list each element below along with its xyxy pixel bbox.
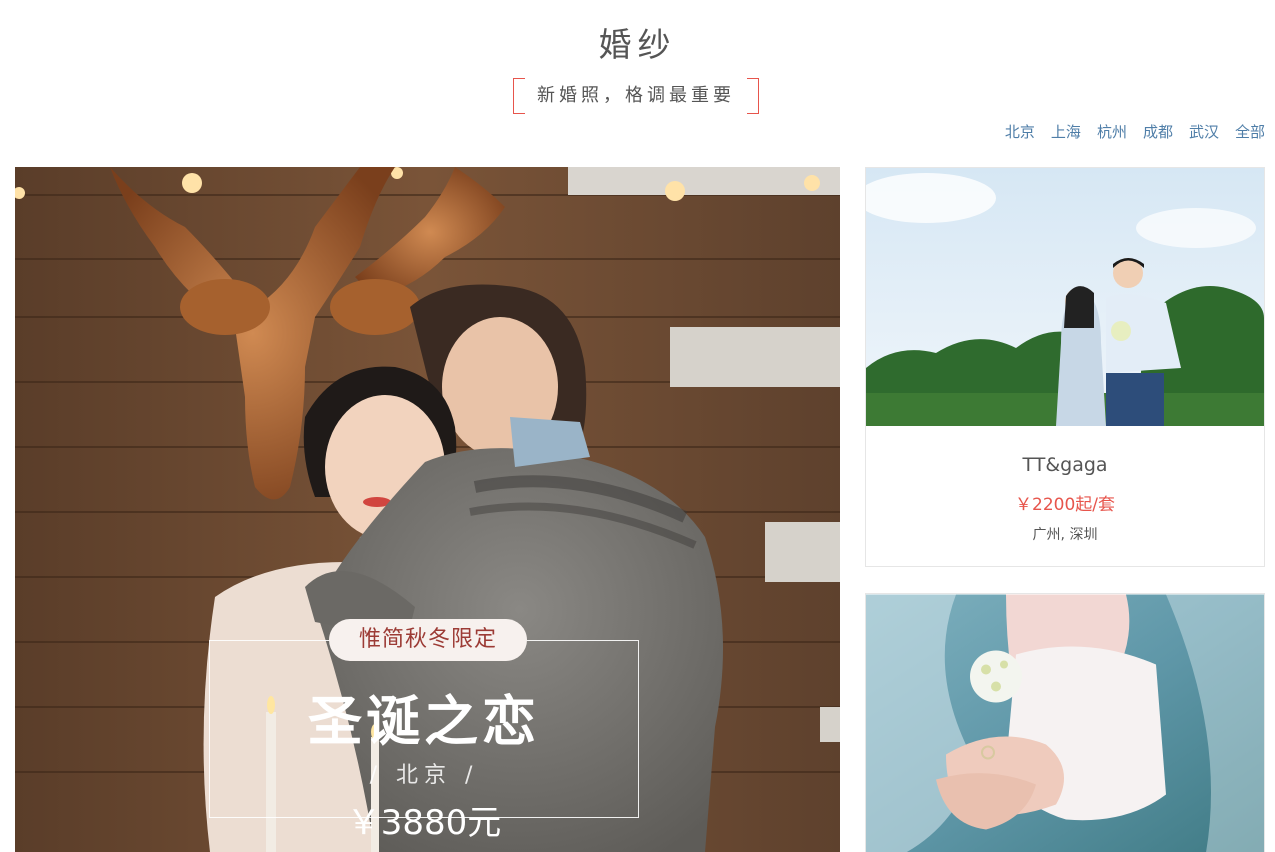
- bracket-right: [747, 78, 759, 114]
- hero-banner[interactable]: 惟简秋冬限定 圣诞之恋 / 北京 / ￥3880元: [15, 167, 840, 852]
- hero-package-name: 圣诞之恋: [308, 690, 540, 753]
- city-link-beijing[interactable]: 北京: [1005, 121, 1035, 142]
- city-link-wuhan[interactable]: 武汉: [1189, 121, 1219, 142]
- card-location: 广州, 深圳: [1032, 527, 1098, 543]
- hero-city: / 北京 /: [369, 763, 479, 788]
- bracket-left: [513, 78, 525, 114]
- section-subtitle: 新婚照，格调最重要: [513, 78, 759, 114]
- card-photo: [866, 594, 1264, 852]
- city-link-hangzhou[interactable]: 杭州: [1097, 121, 1127, 142]
- city-link-all[interactable]: 全部: [1235, 121, 1265, 142]
- hero-price: ￥3880元: [346, 803, 502, 843]
- hero-tag: 惟简秋冬限定: [329, 619, 527, 661]
- package-card[interactable]: TT&gaga ￥2200起/套 广州, 深圳: [865, 167, 1265, 567]
- city-filter: 北京 上海 杭州 成都 武汉 全部: [1005, 121, 1265, 142]
- city-link-chengdu[interactable]: 成都: [1143, 121, 1173, 142]
- city-link-shanghai[interactable]: 上海: [1051, 121, 1081, 142]
- section-title: 婚纱: [598, 25, 677, 64]
- package-card[interactable]: [865, 593, 1265, 852]
- card-title: TT&gaga: [1022, 454, 1108, 476]
- subtitle-text: 新婚照，格调最重要: [537, 85, 735, 106]
- card-photo: [866, 168, 1264, 426]
- card-price: ￥2200起/套: [1015, 495, 1115, 515]
